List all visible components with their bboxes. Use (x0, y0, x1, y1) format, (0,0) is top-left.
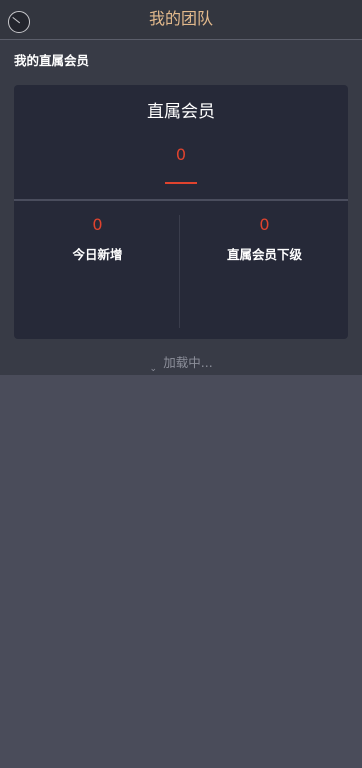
card-divider (14, 199, 348, 201)
loading-indicator: ⌄ 加载中... (0, 355, 362, 377)
active-underline (165, 182, 197, 184)
team-content: 我的直属会员 直属会员 0 0 今日新增 0 直属会员下级 (0, 40, 362, 375)
page-title: 我的团队 (148, 9, 213, 28)
direct-subordinates-stat: 0 直属会员下级 (181, 215, 348, 263)
stats-divider (179, 215, 180, 328)
direct-subordinates-label: 直属会员下级 (226, 247, 302, 262)
direct-subordinates-count: 0 (259, 215, 270, 234)
direct-members-count: 0 (175, 145, 187, 164)
direct-members-card: 直属会员 0 0 今日新增 0 直属会员下级 (14, 85, 348, 339)
section-title: 我的直属会员 (14, 53, 90, 68)
direct-members-title: 直属会员 (147, 102, 215, 122)
today-new-stat: 0 今日新增 (14, 215, 181, 263)
spinner-icon: ⌄ (149, 364, 158, 374)
today-new-label: 今日新增 (72, 247, 123, 262)
top-nav-bar: 我的团队 (0, 0, 362, 40)
loading-text: 加载中... (163, 355, 213, 370)
today-new-count: 0 (92, 215, 103, 234)
